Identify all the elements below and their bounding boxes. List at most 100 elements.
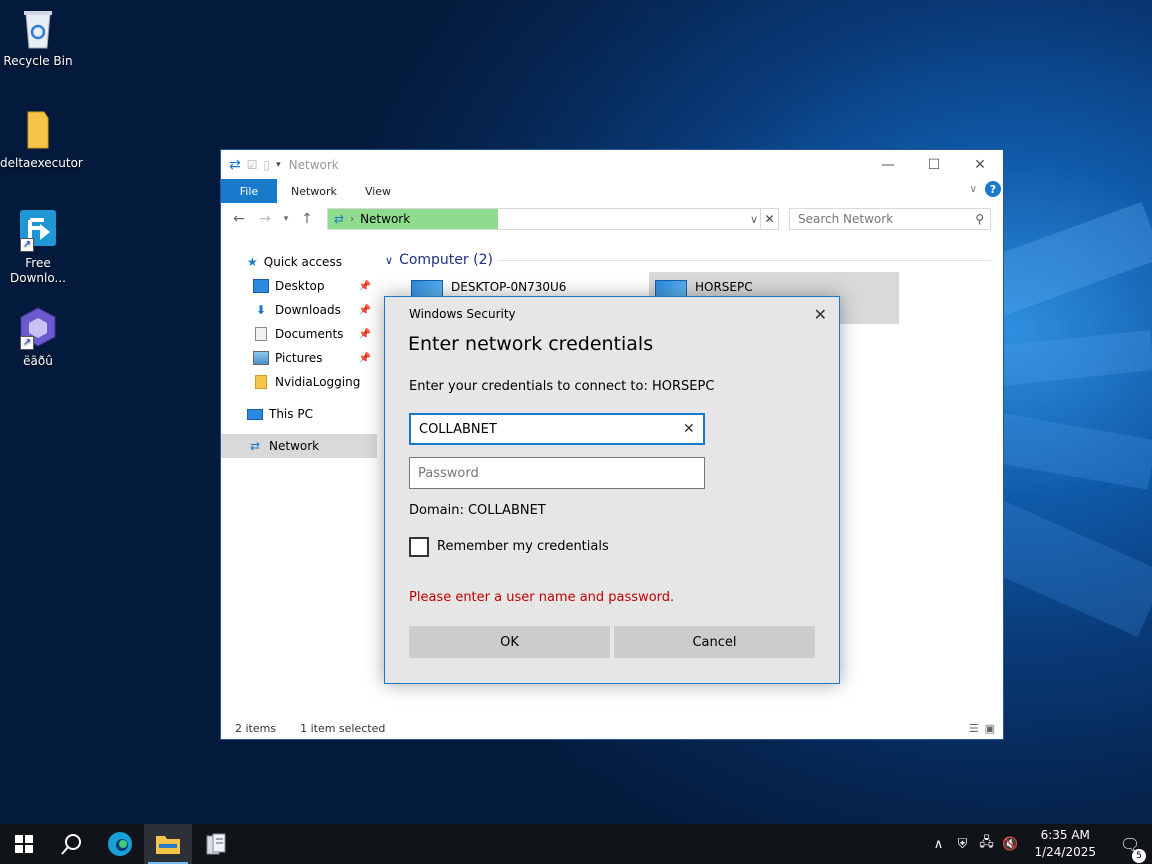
sidebar-item-quick-access[interactable]: ★ Quick access (221, 250, 377, 274)
ok-button[interactable]: OK (409, 626, 610, 658)
dialog-close-button[interactable]: ✕ (814, 305, 827, 324)
tab-network[interactable]: Network (277, 179, 351, 203)
large-icons-view-icon[interactable]: ▣ (985, 722, 995, 735)
pin-icon[interactable]: 📌 (359, 353, 371, 364)
clock[interactable]: 6:35 AM 1/24/2025 (1022, 827, 1108, 861)
clear-address-button[interactable]: ✕ (760, 209, 778, 229)
tab-file[interactable]: File (221, 179, 277, 203)
close-button[interactable]: ✕ (957, 150, 1003, 179)
pin-icon[interactable]: 📌 (359, 305, 371, 316)
back-button[interactable]: ← (229, 211, 249, 227)
expand-ribbon-icon[interactable]: ∨ (970, 184, 977, 195)
chevron-down-icon: ∨ (385, 253, 394, 267)
recent-locations-button[interactable]: ▾ (281, 214, 291, 224)
folder-icon (18, 108, 58, 152)
dialog-caption: Windows Security (409, 307, 516, 321)
group-header-computer[interactable]: ∨ Computer (2) (385, 248, 1003, 272)
sidebar-item-pictures[interactable]: Pictures 📌 (221, 346, 377, 370)
start-button[interactable] (0, 824, 48, 864)
document-icon (255, 327, 267, 341)
chevron-up-icon[interactable]: ∧ (926, 837, 950, 852)
sidebar-item-downloads[interactable]: ⬇ Downloads 📌 (221, 298, 377, 322)
sidebar-item-nvidialogging[interactable]: NvidiaLogging (221, 370, 377, 394)
sidebar-item-this-pc[interactable]: This PC (221, 402, 377, 426)
network-icon: ⇄ (334, 212, 345, 226)
shortcut-arrow-icon: ↗ (20, 336, 34, 350)
network-status-icon[interactable]: 🖧 (974, 833, 998, 855)
remember-credentials-label[interactable]: Remember my credentials (437, 539, 609, 554)
cancel-button[interactable]: Cancel (614, 626, 815, 658)
search-button[interactable] (48, 824, 96, 864)
new-folder-icon[interactable]: ▯ (264, 158, 271, 172)
ribbon-tabs: File Network View ∨ ? (221, 179, 1003, 203)
desktop-icon-free-download-manager[interactable]: ↗ Free Downlo... (0, 208, 76, 286)
chevron-down-icon[interactable]: ▾ (276, 160, 281, 170)
search-box[interactable]: Search Network ⚲ (789, 208, 991, 230)
window-title: Network (288, 157, 339, 172)
edge-icon (108, 832, 132, 856)
desktop-icon-recycle-bin[interactable]: Recycle Bin (0, 6, 76, 69)
notification-count: 5 (1132, 848, 1146, 863)
star-icon: ★ (247, 255, 258, 269)
address-dropdown-icon[interactable]: ∨ (750, 213, 758, 226)
selection-count: 1 item selected (300, 722, 386, 735)
network-icon: ⇄ (229, 156, 241, 173)
pin-icon[interactable]: 📌 (359, 281, 371, 292)
pin-icon[interactable]: 📌 (359, 329, 371, 340)
taskbar-file-explorer[interactable] (144, 824, 192, 864)
sidebar-item-documents[interactable]: Documents 📌 (221, 322, 377, 346)
credentials-dialog: Windows Security ✕ Enter network credent… (384, 296, 840, 684)
taskbar-edge[interactable] (96, 824, 144, 864)
up-button[interactable]: ↑ (297, 211, 317, 227)
domain-label: Domain: COLLABNET (409, 503, 546, 518)
password-input[interactable] (409, 457, 705, 489)
server-manager-icon (206, 833, 226, 855)
network-icon: ⇄ (249, 439, 261, 453)
sidebar-item-desktop[interactable]: Desktop 📌 (221, 274, 377, 298)
quick-access-toolbar: ⇄ ☑ ▯ ▾ (229, 157, 281, 173)
security-warning-icon[interactable]: ⛨ (950, 837, 974, 852)
taskbar: ∧ ⛨ 🖧 🔇 6:35 AM 1/24/2025 🗨 5 (0, 824, 1152, 864)
navigation-pane: ★ Quick access Desktop 📌 ⬇ Downloads 📌 D… (221, 250, 377, 458)
breadcrumb-network[interactable]: Network (360, 212, 410, 226)
taskbar-app[interactable] (192, 824, 240, 864)
action-center-button[interactable]: 🗨 5 (1108, 835, 1152, 863)
desktop-icon-deltaexecutor[interactable]: deltaexecutor (0, 108, 83, 171)
clock-date: 1/24/2025 (1034, 845, 1096, 859)
folder-icon (156, 836, 180, 854)
sidebar-item-network[interactable]: ⇄ Network (221, 434, 377, 458)
help-icon[interactable]: ? (985, 181, 1001, 197)
remember-credentials-checkbox[interactable] (409, 537, 429, 557)
breadcrumb-separator-icon: › (350, 213, 355, 225)
windows-logo-icon (15, 835, 33, 853)
desktop-icon (253, 279, 269, 293)
address-bar[interactable]: ⇄ › Network ∨ ✕ (327, 208, 779, 230)
desktop-icon-gamecube[interactable]: ↗ ëãðû (0, 306, 76, 369)
maximize-button[interactable]: ☐ (911, 150, 957, 179)
error-message: Please enter a user name and password. (409, 590, 675, 605)
tab-view[interactable]: View (351, 179, 405, 203)
username-input[interactable] (409, 413, 705, 445)
search-icon: ⚲ (975, 212, 984, 226)
pictures-icon (253, 351, 269, 365)
dialog-prompt: Enter your credentials to connect to: HO… (409, 379, 715, 394)
shortcut-arrow-icon: ↗ (20, 238, 34, 252)
clear-username-button[interactable]: ✕ (683, 421, 695, 437)
free-download-manager-icon: ↗ (18, 208, 58, 252)
folder-icon (255, 375, 267, 389)
search-icon (61, 834, 81, 855)
forward-button[interactable]: → (255, 211, 275, 227)
details-view-icon[interactable]: ☰ (969, 722, 979, 735)
search-input[interactable]: Search Network (798, 212, 893, 226)
recycle-bin-icon (18, 6, 58, 50)
minimize-button[interactable]: — (865, 150, 911, 179)
status-bar: 2 items 1 item selected (235, 722, 385, 735)
gamecube-icon: ↗ (18, 306, 58, 350)
dialog-title: Enter network credentials (408, 333, 654, 355)
download-icon: ⬇ (255, 303, 267, 317)
clock-time: 6:35 AM (1040, 828, 1090, 842)
properties-icon[interactable]: ☑ (247, 158, 258, 172)
volume-muted-icon[interactable]: 🔇 (998, 837, 1022, 852)
computer-icon (247, 408, 263, 420)
navigation-bar: ← → ▾ ↑ ⇄ › Network ∨ ✕ Search Network ⚲ (221, 203, 1003, 235)
